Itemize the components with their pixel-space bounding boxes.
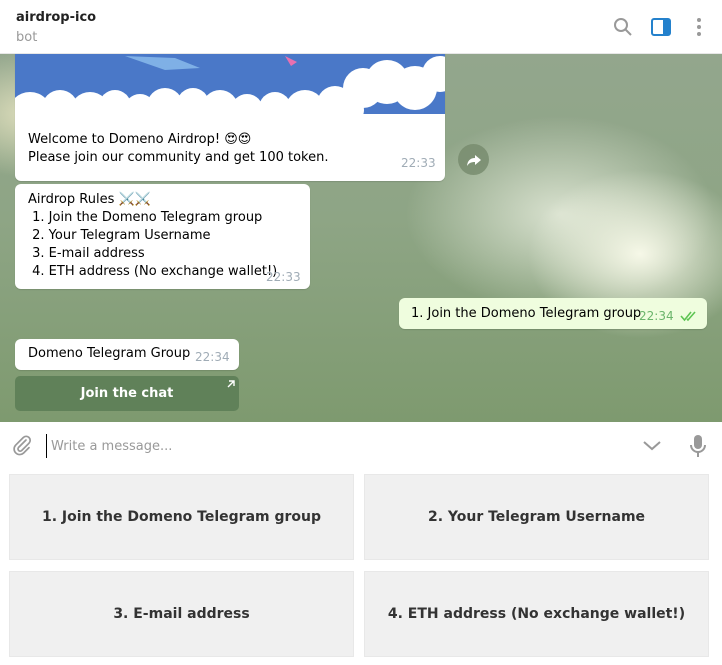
join-chat-label: Join the chat xyxy=(80,386,174,401)
message-input[interactable] xyxy=(46,434,613,458)
rules-item: 2. Your Telegram Username xyxy=(28,228,211,243)
chat-header: airdrop-ico bot xyxy=(0,0,722,54)
rules-item: 1. Join the Domeno Telegram group xyxy=(28,210,263,225)
open-link-icon xyxy=(227,380,235,388)
bot-keyboard: 1. Join the Domeno Telegram group 2. You… xyxy=(0,468,722,665)
rules-message: Airdrop Rules ⚔️⚔️ 1. Join the Domeno Te… xyxy=(15,184,310,289)
welcome-line-2: Please join our community and get 100 to… xyxy=(28,150,329,165)
message-time: 22:33 xyxy=(401,156,436,170)
outgoing-text: 1. Join the Domeno Telegram group xyxy=(411,306,642,321)
group-text: Domeno Telegram Group xyxy=(28,346,191,361)
join-chat-button[interactable]: Join the chat xyxy=(15,376,239,411)
outgoing-message: 1. Join the Domeno Telegram group 22:34 xyxy=(399,298,707,329)
rules-title: Airdrop Rules ⚔️⚔️ xyxy=(28,192,151,207)
welcome-message: Welcome to Domeno Airdrop! 😍😍 Please joi… xyxy=(15,54,445,181)
rules-item: 3. E-mail address xyxy=(28,246,145,261)
welcome-image xyxy=(15,54,445,114)
rules-item: 4. ETH address (No exchange wallet!) xyxy=(28,264,278,279)
attach-icon[interactable] xyxy=(11,434,33,456)
chevron-down-icon[interactable] xyxy=(641,435,663,457)
group-message: Domeno Telegram Group 22:34 xyxy=(15,339,239,370)
chat-title[interactable]: airdrop-ico xyxy=(16,10,96,25)
chat-history[interactable]: Welcome to Domeno Airdrop! 😍😍 Please joi… xyxy=(0,54,722,422)
keyboard-button-label: 1. Join the Domeno Telegram group xyxy=(41,509,322,525)
microphone-icon[interactable] xyxy=(687,433,709,459)
keyboard-button-join-group[interactable]: 1. Join the Domeno Telegram group xyxy=(9,474,354,560)
keyboard-button-label: 3. E-mail address xyxy=(113,606,250,622)
search-icon[interactable] xyxy=(612,16,634,38)
sidebar-toggle-icon[interactable] xyxy=(650,16,672,38)
message-composer xyxy=(0,422,722,468)
keyboard-button-eth-address[interactable]: 4. ETH address (No exchange wallet!) xyxy=(364,571,709,657)
message-time: 22:33 xyxy=(266,270,301,284)
forward-button[interactable] xyxy=(458,144,489,175)
chat-subtitle: bot xyxy=(16,30,38,45)
keyboard-button-label: 4. ETH address (No exchange wallet!) xyxy=(387,606,686,622)
keyboard-button-label: 2. Your Telegram Username xyxy=(427,509,646,525)
welcome-line-1: Welcome to Domeno Airdrop! 😍😍 xyxy=(28,132,252,147)
more-menu-icon[interactable] xyxy=(688,16,710,38)
keyboard-button-username[interactable]: 2. Your Telegram Username xyxy=(364,474,709,560)
read-check-icon xyxy=(680,311,696,322)
forward-icon xyxy=(466,154,481,166)
message-time: 22:34 xyxy=(195,350,230,364)
keyboard-button-email[interactable]: 3. E-mail address xyxy=(9,571,354,657)
message-time: 22:34 xyxy=(639,309,674,323)
